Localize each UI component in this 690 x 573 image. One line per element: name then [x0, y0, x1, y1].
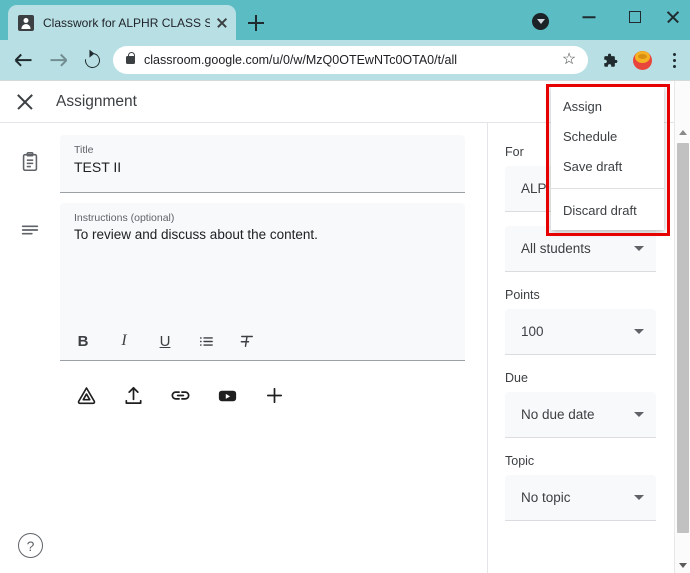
instructions-input-label: Instructions (optional) — [74, 212, 175, 224]
page-scrollbar[interactable] — [674, 81, 690, 573]
profile-chip-icon[interactable] — [532, 13, 549, 30]
url-text: classroom.google.com/u/0/w/MzQ0OTEwNTc0O… — [144, 53, 560, 67]
students-select[interactable]: All students — [505, 226, 656, 272]
new-tab-button[interactable] — [243, 10, 269, 36]
due-group: Due No due date — [488, 371, 674, 438]
underline-button[interactable]: U — [154, 330, 176, 352]
link-icon[interactable] — [168, 383, 192, 407]
title-input-value: TEST II — [74, 159, 122, 175]
close-icon[interactable] — [214, 15, 230, 31]
scrollbar-thumb[interactable] — [677, 143, 689, 533]
bold-button[interactable]: B — [72, 330, 94, 352]
create-add-icon[interactable] — [262, 383, 286, 407]
upload-icon[interactable] — [121, 383, 145, 407]
tab-title: Classwork for ALPHR CLASS SAM — [43, 15, 210, 30]
clear-formatting-button[interactable] — [236, 330, 258, 352]
topic-label: Topic — [505, 454, 535, 468]
browser-toolbar: classroom.google.com/u/0/w/MzQ0OTEwNTc0O… — [0, 40, 690, 80]
instructions-row: Instructions (optional) To review and di… — [0, 203, 487, 361]
topic-select-value: No topic — [521, 490, 571, 505]
scroll-down-icon[interactable] — [675, 557, 690, 573]
attachment-toolbar — [0, 383, 487, 407]
due-select-value: No due date — [521, 407, 595, 422]
bookmark-star-icon[interactable]: ☆ — [560, 51, 578, 69]
help-icon[interactable]: ? — [18, 533, 43, 558]
topic-group: Topic No topic — [488, 454, 674, 521]
due-label: Due — [505, 371, 528, 385]
browser-menu-icon[interactable] — [658, 43, 690, 77]
minimize-button[interactable] — [566, 0, 612, 34]
points-group: Points 100 — [488, 288, 674, 355]
rich-text-toolbar: B I U — [60, 330, 465, 352]
scroll-up-icon[interactable] — [675, 124, 690, 141]
students-select-value: All students — [521, 241, 591, 256]
description-lines-icon — [0, 203, 60, 361]
browser-tab[interactable]: Classwork for ALPHR CLASS SAM — [8, 5, 236, 40]
classroom-favicon — [18, 14, 34, 31]
points-label: Points — [505, 288, 540, 302]
close-assignment-icon[interactable] — [13, 90, 37, 114]
menu-divider — [551, 188, 664, 189]
topic-select[interactable]: No topic — [505, 475, 656, 521]
reload-button[interactable] — [75, 43, 109, 77]
menu-item-assign[interactable]: Assign — [551, 91, 664, 121]
title-row: Title TEST II — [0, 135, 487, 193]
lock-icon — [126, 51, 136, 64]
chevron-down-icon — [634, 329, 644, 334]
due-select[interactable]: No due date — [505, 392, 656, 438]
clipboard-icon — [0, 135, 60, 193]
puzzle-glyph — [603, 53, 617, 67]
menu-item-discard-draft[interactable]: Discard draft — [551, 195, 664, 225]
title-input[interactable]: Title TEST II — [60, 135, 465, 193]
points-select[interactable]: 100 — [505, 309, 656, 355]
address-bar[interactable]: classroom.google.com/u/0/w/MzQ0OTEwNTc0O… — [113, 46, 588, 74]
page-title: Assignment — [56, 92, 137, 110]
url-value: classroom.google.com/u/0/w/MzQ0OTEwNTc0O… — [144, 53, 458, 67]
assignment-form: Title TEST II Instructions (optional) To… — [0, 123, 488, 573]
italic-button[interactable]: I — [113, 330, 135, 352]
youtube-icon[interactable] — [215, 383, 239, 407]
chevron-down-icon — [634, 412, 644, 417]
browser-titlebar: Classwork for ALPHR CLASS SAM — [0, 0, 690, 40]
maximize-button[interactable] — [612, 0, 658, 34]
menu-item-schedule[interactable]: Schedule — [551, 121, 664, 151]
forward-button[interactable] — [41, 43, 75, 77]
browser-window: Classwork for ALPHR CLASS SAM classroom.… — [0, 0, 690, 573]
menu-item-save-draft[interactable]: Save draft — [551, 151, 664, 181]
bulleted-list-button[interactable] — [195, 330, 217, 352]
window-close-button[interactable] — [656, 0, 690, 34]
instructions-input[interactable]: Instructions (optional) To review and di… — [60, 203, 465, 361]
assign-dropdown-menu: Assign Schedule Save draft Discard draft — [551, 85, 664, 230]
back-button[interactable] — [7, 43, 41, 77]
profile-avatar-icon[interactable] — [626, 43, 658, 77]
google-drive-icon[interactable] — [74, 383, 98, 407]
title-input-label: Title — [74, 144, 94, 156]
instructions-input-value: To review and discuss about the content. — [74, 227, 318, 242]
points-select-value: 100 — [521, 324, 544, 339]
chevron-down-icon — [634, 495, 644, 500]
chevron-down-icon — [634, 246, 644, 251]
extensions-icon[interactable] — [594, 43, 626, 77]
